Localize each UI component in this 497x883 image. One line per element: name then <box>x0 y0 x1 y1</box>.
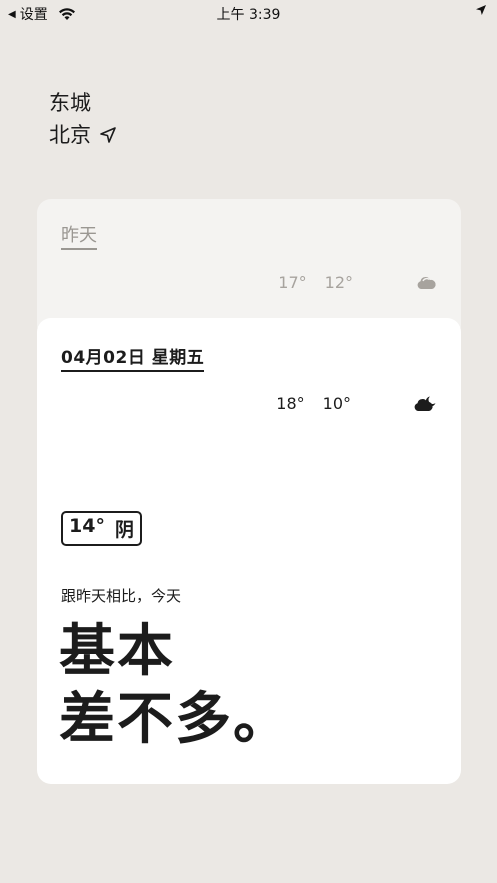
compare-line-2: 差不多。 <box>59 687 291 752</box>
status-time: 上午 3:39 <box>216 7 281 23</box>
city-row[interactable]: 北京 <box>49 118 117 152</box>
today-date[interactable]: 04月02日 星期五 <box>61 343 205 372</box>
district-name: 东城 <box>49 91 91 115</box>
today-low: 10° <box>322 394 351 413</box>
yesterday-high: 17° <box>278 273 307 292</box>
location-header: 东城 北京 <box>49 88 117 152</box>
yesterday-temps: 17° 12° <box>278 273 437 292</box>
cloud-icon <box>417 276 436 289</box>
yesterday-low: 12° <box>324 273 353 292</box>
today-high: 18° <box>276 394 305 413</box>
location-services-icon <box>476 5 486 15</box>
yesterday-label: 昨天 <box>61 221 97 250</box>
today-card: 04月02日 星期五 18° 10° 14° 阴 跟昨天相比，今天 基本 差不多… <box>37 318 461 784</box>
current-temp: 14° <box>69 515 105 537</box>
current-condition: 阴 <box>114 519 134 541</box>
status-bar: ◀ 设置 上午 3:39 <box>0 0 497 26</box>
compare-result: 基本 差不多。 <box>59 618 291 754</box>
moon-cloud-icon <box>414 396 436 411</box>
today-temps: 18° 10° <box>276 394 437 413</box>
current-weather-badge: 14° 阴 <box>61 511 142 546</box>
city-name: 北京 <box>49 123 91 147</box>
navigation-arrow-icon <box>100 127 116 143</box>
compare-lead-text: 跟昨天相比，今天 <box>61 587 182 605</box>
compare-line-1: 基本 <box>59 619 175 684</box>
